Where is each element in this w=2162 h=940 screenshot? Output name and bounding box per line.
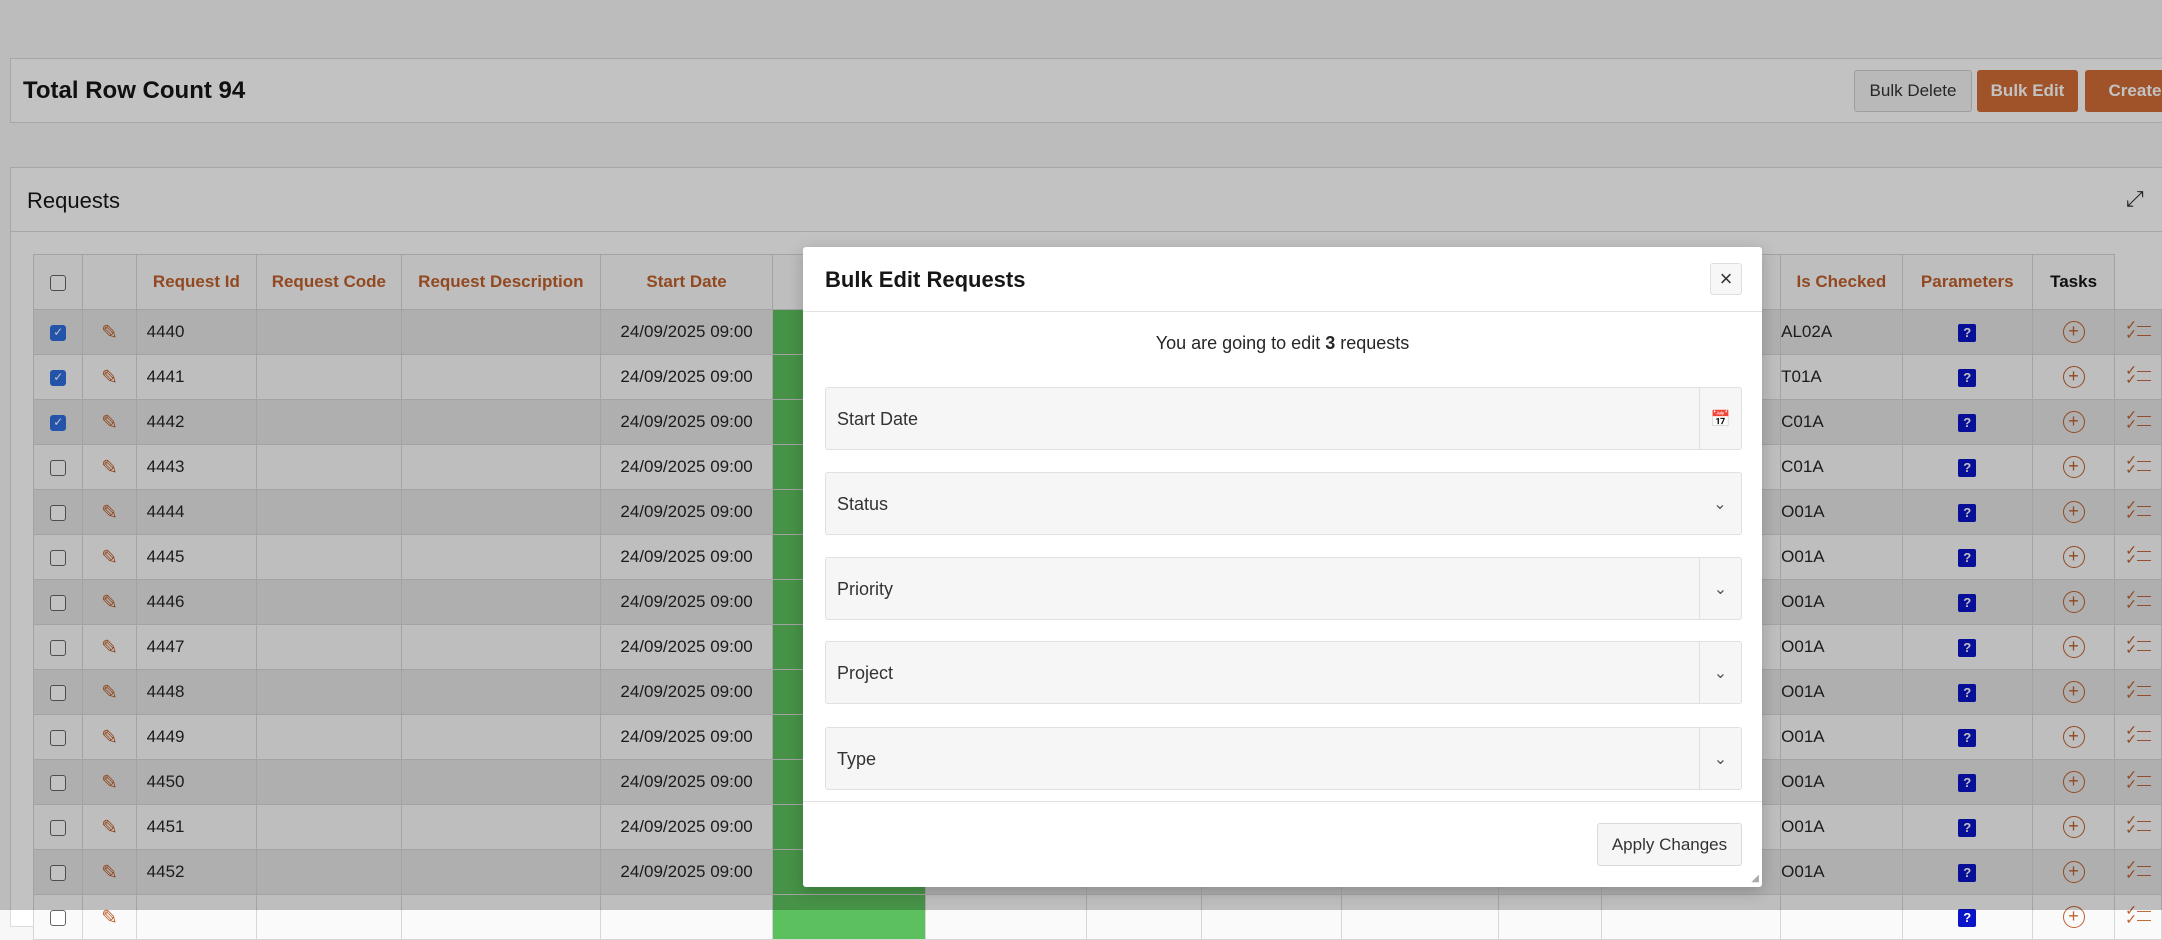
calendar-clock-icon[interactable]: 📅	[1699, 388, 1741, 449]
priority-field[interactable]: Priority ⌄	[825, 557, 1742, 620]
bulk-edit-dialog: Bulk Edit Requests × You are going to ed…	[803, 247, 1762, 887]
chevron-down-icon: ⌄	[1713, 495, 1727, 513]
resize-handle-icon[interactable]: ◢	[1751, 873, 1759, 884]
apply-changes-button[interactable]: Apply Changes	[1597, 823, 1742, 866]
chevron-down-icon[interactable]: ⌄	[1699, 558, 1741, 619]
field-label: Priority	[837, 579, 894, 599]
question-badge-icon: ?	[1958, 909, 1977, 927]
field-label: Type	[837, 749, 877, 769]
dialog-title: Bulk Edit Requests	[825, 267, 1026, 292]
edit-count: 3	[1325, 333, 1336, 353]
start-date-field[interactable]: Start Date 📅	[825, 387, 1742, 450]
row-checkbox[interactable]	[50, 909, 67, 926]
chevron-down-icon[interactable]: ⌄	[1699, 728, 1741, 789]
type-field[interactable]: Type ⌄	[825, 727, 1742, 790]
chevron-down-icon[interactable]: ⌄	[1699, 642, 1741, 703]
message-text: requests	[1335, 333, 1410, 353]
field-label: Status	[837, 494, 889, 514]
edit-message: You are going to edit 3 requests	[803, 333, 1762, 354]
field-label: Start Date	[837, 409, 919, 429]
close-icon[interactable]: ×	[1710, 263, 1742, 295]
status-select[interactable]: Status ⌄	[825, 472, 1742, 535]
message-text: You are going to edit	[1155, 333, 1326, 353]
field-label: Project	[837, 663, 894, 683]
footer-divider	[803, 801, 1762, 802]
project-field[interactable]: Project ⌄	[825, 641, 1742, 704]
